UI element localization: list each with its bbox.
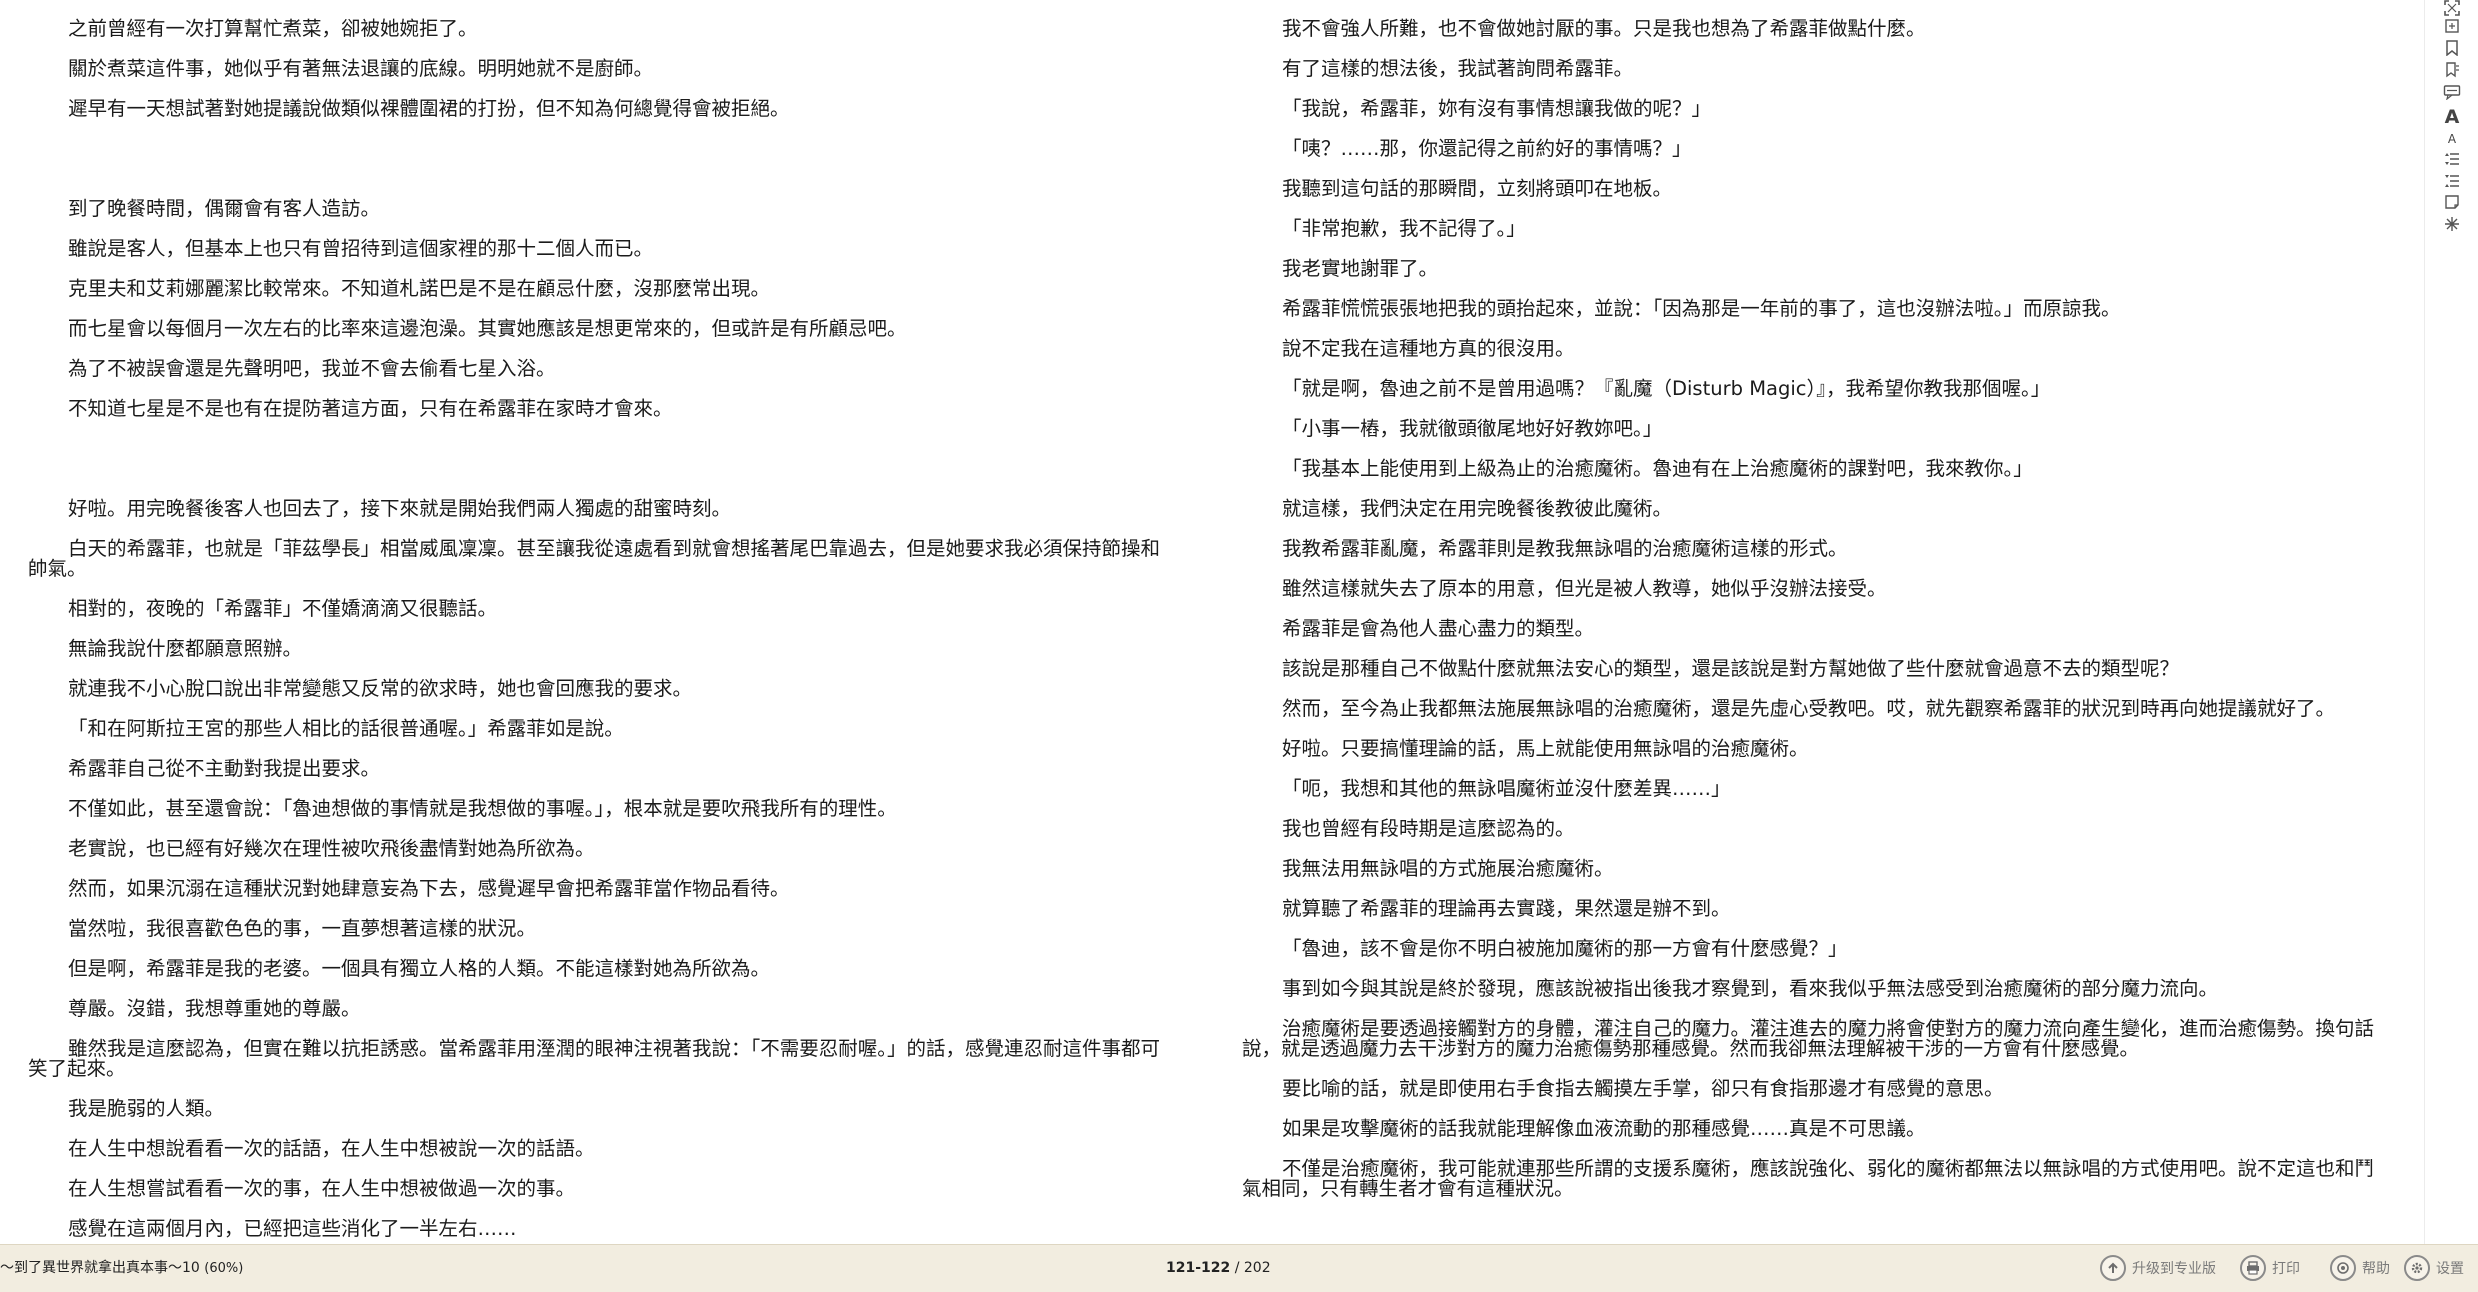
paragraph: 「咦？……那，你還記得之前約好的事情嗎？」 [1282,137,1692,160]
paragraph: 當然啦，我很喜歡色色的事，一直夢想著這樣的狀況。 [68,917,537,940]
paragraph: 好啦。用完晚餐後客人也回去了，接下來就是開始我們兩人獨處的甜蜜時刻。 [68,497,732,520]
paragraph: 說不定我在這種地方真的很沒用。 [1282,337,1575,360]
paragraph: 「我基本上能使用到上級為止的治癒魔術。魯迪有在上治癒魔術的課對吧，我來教你。」 [1282,457,2033,480]
paragraph: 要比喻的話，就是即使用右手食指去觸摸左手掌，卻只有食指那邊才有感覺的意思。 [1282,1077,2004,1100]
paragraph: 我不會強人所難，也不會做她討厭的事。只是我也想為了希露菲做點什麼。 [1282,17,1926,40]
paragraph: 「小事一樁，我就徹頭徹尾地好好教妳吧。」 [1282,417,1663,440]
print-label: 打印 [2272,1261,2300,1277]
line-spacing-increase-icon[interactable] [2425,150,2478,172]
paragraph: 不知道七星是不是也有在提防著這方面，只有在希露菲在家時才會來。 [68,397,673,420]
upgrade-label: 升级到专业版 [2132,1261,2216,1277]
upgrade-arrow-icon [2100,1255,2126,1281]
paragraph: 該說是那種自己不做點什麼就無法安心的類型，還是該說是對方幫她做了些什麼就會過意不… [1282,657,2180,680]
paragraph: 感覺在這兩個月內，已經把這些消化了一半左右…… [68,1217,517,1240]
page-separator: / [1230,1260,1244,1276]
paragraph: 如果是攻擊魔術的話我就能理解像血液流動的那種感覺……真是不可思議。 [1282,1117,1926,1140]
paragraph: 雖然我是這麼認為，但實在難以抗拒誘惑。當希露菲用溼潤的眼神注視著我說：「不需要忍… [28,1037,1161,1080]
paragraph: 就連我不小心脫口說出非常變態又反常的欲求時，她也會回應我的要求。 [68,677,693,700]
paragraph: 我無法用無詠唱的方式施展治癒魔術。 [1282,857,1614,880]
paragraph: 我也曾經有段時期是這麼認為的。 [1282,817,1575,840]
book-title: ～到了異世界就拿出真本事～10 (60%) [0,1257,243,1280]
paragraph: 無論我說什麼都願意照辦。 [68,637,303,660]
paragraph: 「呃，我想和其他的無詠唱魔術並沒什麼差異……」 [1282,777,1731,800]
paragraph: 「就是啊，魯迪之前不是曾用過嗎？『亂魔（Disturb Magic）』，我希望你… [1282,377,2051,400]
page-indicator: 121-122 / 202 [1166,1257,1271,1279]
paragraph: 雖說是客人，但基本上也只有曾招待到這個家裡的那十二個人而已。 [68,237,654,260]
paragraph: 我老實地謝罪了。 [1282,257,1439,280]
paragraph: 在人生中想說看看一次的話語，在人生中想被說一次的話語。 [68,1137,595,1160]
paragraph: 事到如今與其說是終於發現，應該說被指出後我才察覺到，看來我似乎無法感受到治癒魔術… [1282,977,2219,1000]
paragraph: 「我說，希露菲，妳有沒有事情想讓我做的呢？」 [1282,97,1712,120]
paragraph: 然而，如果沉溺在這種狀況對她肆意妄為下去，感覺遲早會把希露菲當作物品看待。 [68,877,790,900]
book-title-text: ～到了異世界就拿出真本事～10 [0,1260,200,1276]
paragraph: 有了這樣的想法後，我試著詢問希露菲。 [1282,57,1634,80]
paragraph: 而七星會以每個月一次左右的比率來這邊泡澡。其實她應該是想更常來的，但或許是有所顧… [68,317,907,340]
side-toolbar: A A [2424,0,2478,1244]
settings-label: 设置 [2436,1261,2464,1277]
help-icon [2330,1255,2356,1281]
bookmark-icon[interactable] [2425,40,2478,62]
left-page-column: 之前曾經有一次打算幫忙煮菜，卻被她婉拒了。關於煮菜這件事，她似乎有著無法退讓的底… [28,0,1178,1239]
paragraph: 我教希露菲亂魔，希露菲則是教我無詠唱的治癒魔術這樣的形式。 [1282,537,1848,560]
paragraph: 到了晚餐時間，偶爾會有客人造訪。 [68,197,381,220]
paragraph: 「和在阿斯拉王宮的那些人相比的話很普通喔。」希露菲如是說。 [68,717,624,740]
reading-area[interactable]: 之前曾經有一次打算幫忙煮菜，卻被她婉拒了。關於煮菜這件事，她似乎有著無法退讓的底… [0,0,2424,1244]
paragraph: 不僅如此，甚至還會說：「魯迪想做的事情就是我想做的事喔。」，根本就是要吹飛我所有… [68,797,897,820]
paragraph: 希露菲慌慌張張地把我的頭抬起來，並說：「因為那是一年前的事了，這也沒辦法啦。」而… [1282,297,2121,320]
paragraph: 在人生想嘗試看看一次的事，在人生中想被做過一次的事。 [68,1177,576,1200]
paragraph: 遲早有一天想試著對她提議說做類似裸體圍裙的打扮，但不知為何總覺得會被拒絕。 [68,97,790,120]
paragraph: 好啦。只要搞懂理論的話，馬上就能使用無詠唱的治癒魔術。 [1282,737,1809,760]
page-total: 202 [1243,1260,1271,1276]
ebook-reader-window: 之前曾經有一次打算幫忙煮菜，卻被她婉拒了。關於煮菜這件事，她似乎有著無法退讓的底… [0,0,2478,1292]
print-icon [2240,1255,2266,1281]
paragraph: 不僅是治癒魔術，我可能就連那些所謂的支援系魔術，應該說強化、弱化的魔術都無法以無… [1242,1157,2375,1200]
right-page-column: 我不會強人所難，也不會做她討厭的事。只是我也想為了希露菲做點什麼。 有了這樣的想法… [1242,0,2387,1199]
settings-star-icon[interactable] [2425,216,2478,238]
reading-progress: (60%) [204,1261,244,1276]
paragraph: 為了不被誤會還是先聲明吧，我並不會去偷看七星入浴。 [68,357,556,380]
gear-icon [2404,1255,2430,1281]
paragraph: 「魯迪，該不會是你不明白被施加魔術的那一方會有什麼感覺？」 [1282,937,1848,960]
paragraph: 「非常抱歉，我不記得了。」 [1282,217,1526,240]
fit-page-icon[interactable] [2425,18,2478,40]
page-range: 121-122 [1166,1260,1231,1276]
paragraph: 白天的希露菲，也就是「菲茲學長」相當威風凜凜。甚至讓我從遠處看到就會想搖著尾巴靠… [28,537,1161,580]
paragraph: 克里夫和艾莉娜麗潔比較常來。不知道札諾巴是不是在顧忌什麼，沒那麼常出現。 [68,277,771,300]
settings-button[interactable]: 设置 [2404,1253,2464,1283]
line-spacing-decrease-icon[interactable] [2425,172,2478,194]
paragraph: 相對的，夜晚的「希露菲」不僅嬌滴滴又很聽話。 [68,597,498,620]
paragraph: 老實說，也已經有好幾次在理性被吹飛後盡情對她為所欲為。 [68,837,595,860]
paragraph: 希露菲是會為他人盡心盡力的類型。 [1282,617,1595,640]
font-larger-icon[interactable]: A [2425,106,2478,128]
comment-icon[interactable] [2425,84,2478,106]
paragraph: 就這樣，我們決定在用完晚餐後教彼此魔術。 [1282,497,1673,520]
paragraph: 但是啊，希露菲是我的老婆。一個具有獨立人格的人類。不能這樣對她為所欲為。 [68,957,771,980]
bookmark-list-icon[interactable] [2425,62,2478,84]
paragraph: 之前曾經有一次打算幫忙煮菜，卻被她婉拒了。 [68,17,478,40]
paragraph: 關於煮菜這件事，她似乎有著無法退讓的底線。明明她就不是廚師。 [68,57,654,80]
status-bar: ～到了異世界就拿出真本事～10 (60%) 121-122 / 202 升级到专… [0,1244,2478,1292]
help-button[interactable]: 帮助 [2330,1253,2390,1283]
paragraph: 我是脆弱的人類。 [68,1097,225,1120]
paragraph: 然而，至今為止我都無法施展無詠唱的治癒魔術，還是先虛心受教吧。哎，就先觀察希露菲… [1282,697,2336,720]
note-icon[interactable] [2425,194,2478,216]
help-label: 帮助 [2362,1261,2390,1277]
upgrade-button[interactable]: 升级到专业版 [2100,1253,2216,1283]
paragraph: 就算聽了希露菲的理論再去實踐，果然還是辦不到。 [1282,897,1731,920]
paragraph: 治癒魔術是要透過接觸對方的身體，灌注自己的魔力。灌注進去的魔力將會使對方的魔力流… [1242,1017,2375,1060]
paragraph: 我聽到這句話的那瞬間，立刻將頭叩在地板。 [1282,177,1673,200]
paragraph: 雖然這樣就失去了原本的用意，但光是被人教導，她似乎沒辦法接受。 [1282,577,1887,600]
print-button[interactable]: 打印 [2240,1253,2300,1283]
font-smaller-icon[interactable]: A [2425,128,2478,150]
paragraph: 尊嚴。沒錯，我想尊重她的尊嚴。 [68,997,361,1020]
paragraph: 希露菲自己從不主動對我提出要求。 [68,757,381,780]
